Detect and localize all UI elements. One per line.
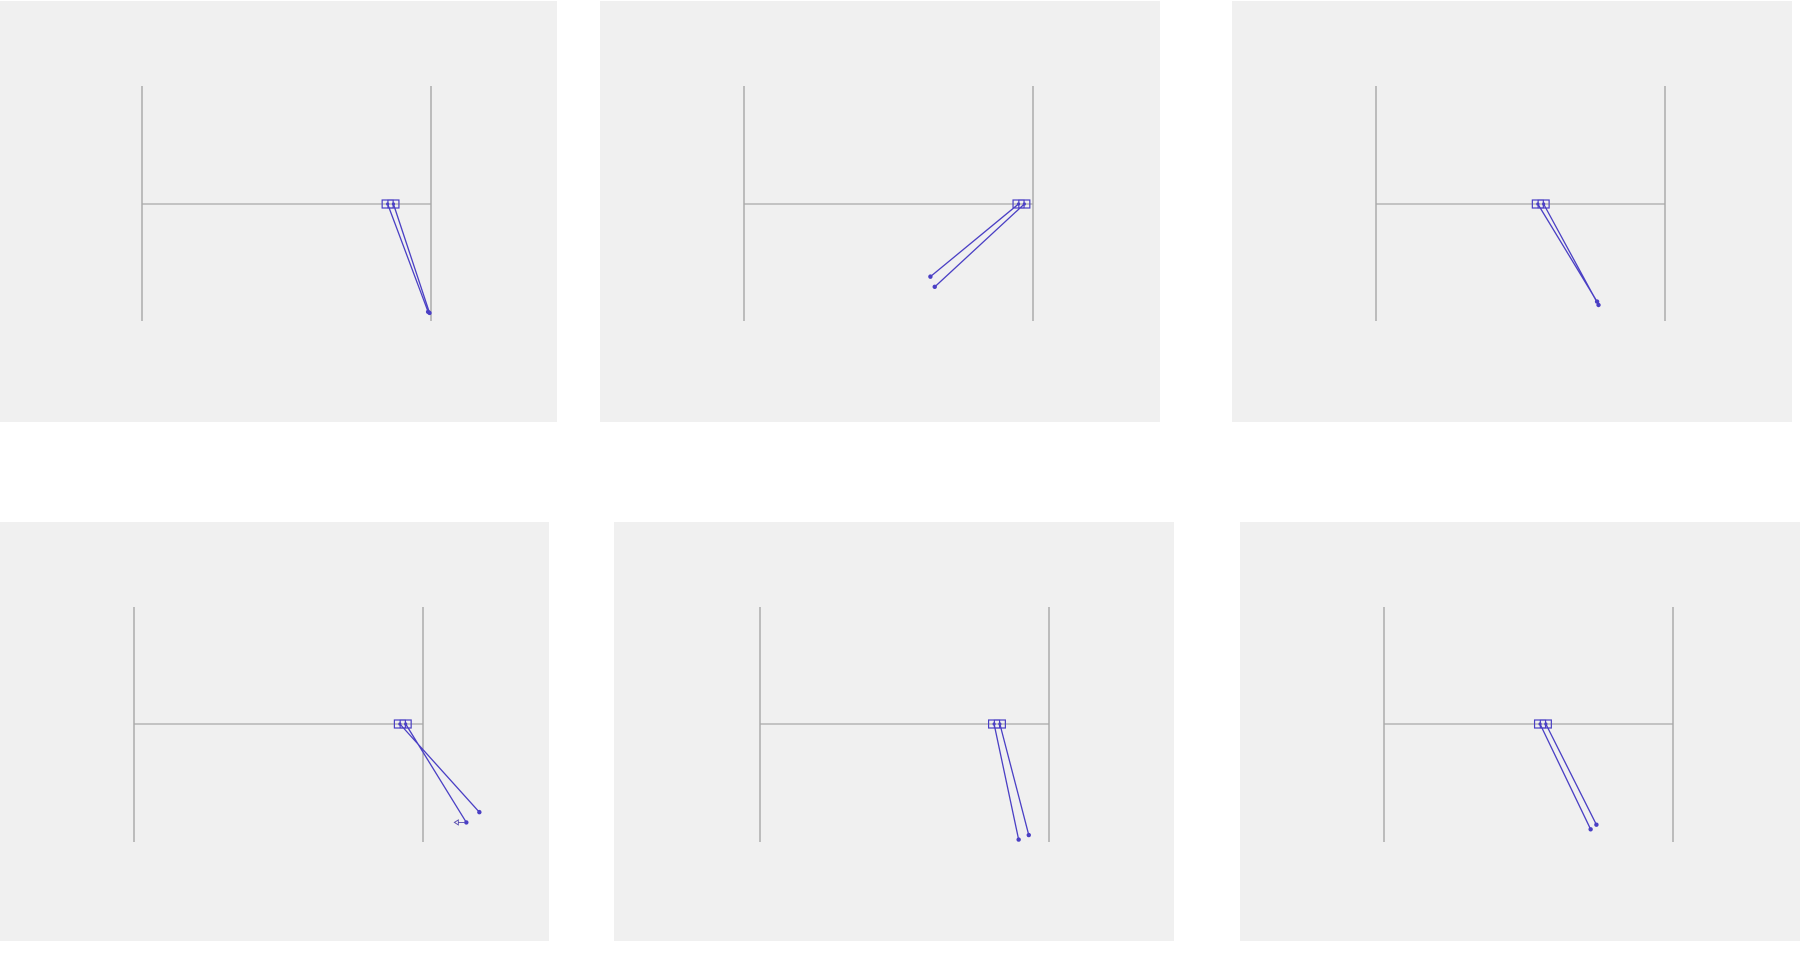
pendulum-bob (1596, 302, 1601, 308)
frame-panel-5 (614, 522, 1174, 941)
pendulum-rod (405, 723, 467, 823)
frame-panel-6 (1240, 522, 1800, 941)
pendulum-rod (392, 203, 431, 314)
cart-pivot (1542, 202, 1546, 206)
frame-3-diagram (1375, 86, 1666, 321)
pendulum-bob (1026, 832, 1031, 838)
pendulum-rod (929, 203, 1019, 278)
pendulum-rod (1545, 723, 1597, 826)
pendulum-bob (427, 310, 432, 316)
pendulum-rod (399, 723, 480, 813)
cart-pivot (1544, 722, 1548, 726)
pendulum-rod (934, 203, 1025, 288)
frame-panel-2 (600, 1, 1160, 422)
frame-1-diagram (141, 86, 432, 321)
pendulum-bob (1016, 837, 1021, 842)
cart-pivot (998, 722, 1002, 726)
pendulum-bob (932, 284, 937, 290)
frame-4-diagram (133, 607, 482, 842)
frame-panel-1 (0, 1, 557, 422)
cart-pivot (1022, 202, 1026, 206)
direction-marker (453, 819, 465, 826)
frame-5-diagram (759, 607, 1050, 842)
pendulum-bob (1588, 827, 1593, 832)
pendulum-rod (1543, 203, 1600, 306)
frame-panel-3 (1232, 1, 1792, 422)
pendulum-rod (1539, 723, 1592, 830)
frame-6-diagram (1383, 607, 1674, 842)
frame-panel-4 (0, 522, 549, 941)
cart-pivot (404, 722, 408, 726)
pendulum-bob (464, 820, 469, 825)
frame-2-diagram (743, 86, 1034, 321)
pendulum-bob (477, 809, 482, 815)
figure-canvas (0, 0, 1820, 958)
pendulum-bob (1594, 822, 1599, 827)
pendulum-rod (387, 203, 429, 313)
pendulum-bob (928, 274, 933, 279)
cart-pivot (391, 202, 396, 206)
